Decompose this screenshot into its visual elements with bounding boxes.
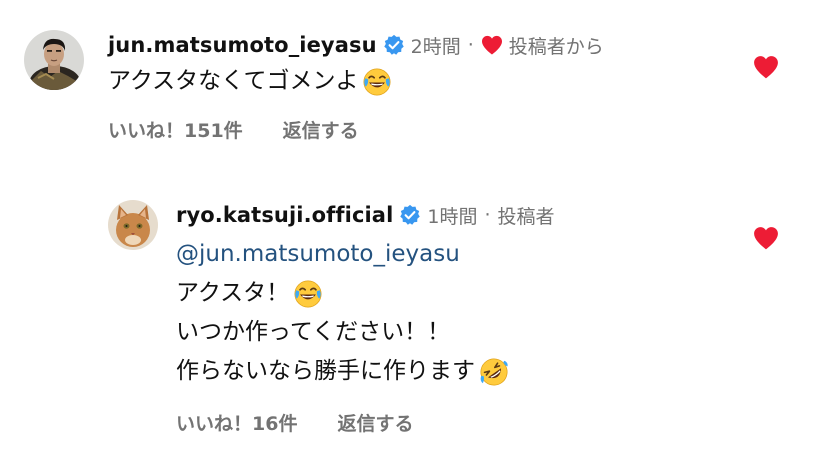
rolling-on-the-floor-laughing-icon — [479, 357, 509, 387]
face-with-tears-of-joy-icon — [362, 67, 392, 97]
verified-badge-icon — [399, 204, 421, 226]
comment-header: jun.matsumoto_ieyasu 2時間 · 投稿者から — [108, 28, 604, 62]
user-mention-link[interactable]: @jun.matsumoto_ieyasu — [176, 235, 460, 274]
comment-text: アクスタなくてゴメンよ — [108, 62, 392, 101]
like-heart-icon[interactable] — [753, 55, 779, 79]
comment-line: いつか作ってください！！ — [176, 319, 451, 345]
reply-button[interactable]: 返信する — [283, 116, 359, 143]
separator-dot: · — [467, 34, 474, 56]
liked-by-author-heart-icon — [481, 35, 503, 55]
timestamp: 1時間 — [427, 205, 478, 228]
timestamp: 2時間 — [410, 35, 461, 58]
author-label: 投稿者 — [497, 205, 555, 228]
avatar[interactable] — [24, 30, 84, 90]
username[interactable]: ryo.katsuji.official — [176, 203, 393, 227]
face-with-tears-of-joy-icon — [293, 279, 323, 309]
reply-button[interactable]: 返信する — [337, 409, 413, 436]
likes-count[interactable]: いいね！16件 — [176, 409, 297, 436]
comment-line: アクスタなくてゴメンよ — [108, 68, 359, 94]
comment-line: アクスタ！ — [176, 280, 290, 306]
verified-badge-icon — [383, 34, 405, 56]
comment-actions: いいね！151件 返信する — [108, 116, 359, 143]
separator-dot: · — [484, 204, 491, 226]
like-heart-icon[interactable] — [753, 226, 779, 250]
likes-count[interactable]: いいね！151件 — [108, 116, 243, 143]
comment-header: ryo.katsuji.official 1時間 · 投稿者 — [176, 199, 555, 231]
profile-photo — [108, 200, 158, 250]
author-label: 投稿者から — [508, 35, 604, 58]
comment-line: 作らないなら勝手に作ります — [176, 358, 475, 384]
comment-text: @jun.matsumoto_ieyasu アクスタ！ いつか作ってください！！… — [176, 235, 509, 391]
comment-actions: いいね！16件 返信する — [176, 409, 413, 436]
avatar[interactable] — [108, 200, 158, 250]
profile-photo — [24, 30, 84, 90]
username[interactable]: jun.matsumoto_ieyasu — [108, 33, 377, 57]
